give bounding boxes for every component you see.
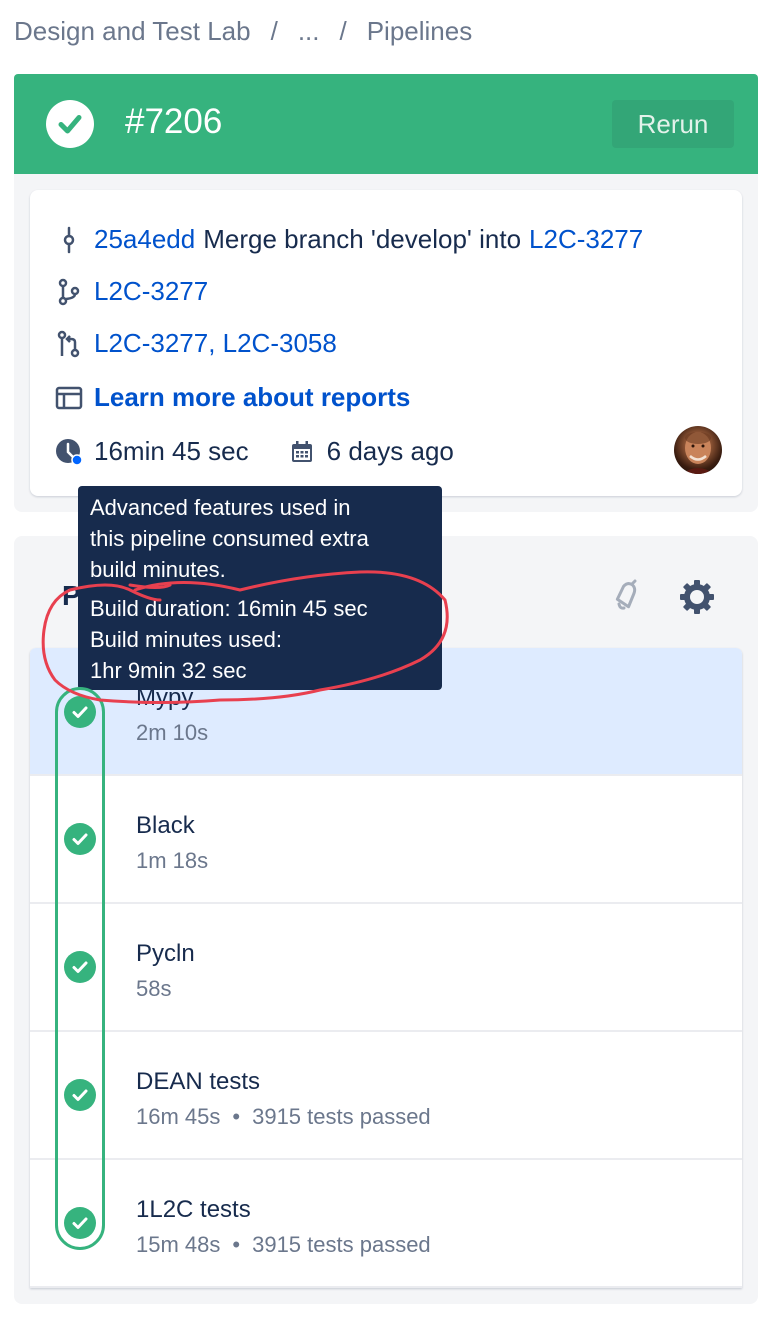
pipeline-info-card: 25a4edd Merge branch 'develop' into L2C-… [30, 190, 742, 496]
tooltip-build-minutes-used: 1hr 9min 32 sec [90, 658, 247, 683]
breadcrumb-item-ellipsis[interactable]: ... [298, 16, 320, 47]
pull-request-icon [54, 329, 84, 359]
breadcrumb-separator: / [339, 16, 347, 46]
tooltip-line: this pipeline consumed extra [90, 526, 369, 551]
step-row-black[interactable]: Black 1m 18s [30, 776, 742, 904]
breadcrumb: Design and Test Lab / ... / Pipelines [14, 16, 472, 47]
pull-requests-row: L2C-3277, L2C-3058 [54, 328, 337, 359]
step-success-icon [64, 823, 96, 855]
report-icon [54, 383, 84, 413]
pipeline-status-header: #7206 Rerun [14, 74, 758, 174]
user-avatar[interactable] [674, 426, 722, 474]
meta-separator: • [232, 1104, 241, 1129]
step-row-pycln[interactable]: Pycln 58s [30, 904, 742, 1032]
commit-row: 25a4edd Merge branch 'develop' into L2C-… [54, 224, 643, 255]
learn-more-reports-link[interactable]: Learn more about reports [94, 382, 410, 413]
step-success-icon [64, 696, 96, 728]
tooltip-spacer [90, 585, 430, 593]
step-duration: 2m 10s [136, 720, 209, 745]
step-duration: 1m 18s [136, 848, 209, 873]
tooltip-line: Build minutes used: [90, 627, 282, 652]
gear-icon[interactable] [678, 578, 716, 616]
tooltip-build-duration: Build duration: 16min 45 sec [90, 596, 368, 621]
step-duration: 16m 45s [136, 1104, 221, 1129]
step-tests-passed: 3915 tests passed [252, 1232, 431, 1257]
build-minutes-tooltip: Advanced features used in this pipeline … [78, 486, 442, 690]
rerun-button[interactable]: Rerun [612, 100, 734, 148]
step-tests-passed: 3915 tests passed [252, 1104, 431, 1129]
breadcrumb-item-pipelines[interactable]: Pipelines [367, 16, 473, 47]
commit-icon [54, 225, 84, 255]
commit-target-branch-link[interactable]: L2C-3277 [529, 224, 643, 255]
pipeline-date: 6 days ago [326, 436, 454, 466]
step-success-icon [64, 951, 96, 983]
clock-icon [54, 437, 84, 467]
build-duration: 16min 45 sec [94, 436, 249, 466]
steps-list: Mypy 2m 10s Black 1m 18s Pycln 58s DEAN … [30, 648, 742, 1288]
breadcrumb-item-project[interactable]: Design and Test Lab [14, 16, 251, 47]
step-row-1l2c-tests[interactable]: 1L2C tests 15m 48s • 3915 tests passed [30, 1160, 742, 1288]
step-meta: 15m 48s • 3915 tests passed [136, 1232, 431, 1258]
duration-row[interactable]: 16min 45 sec 6 days ago [54, 436, 454, 467]
pipeline-info-panel: 25a4edd Merge branch 'develop' into L2C-… [14, 174, 758, 512]
branch-link[interactable]: L2C-3277 [94, 276, 208, 307]
step-row-dean-tests[interactable]: DEAN tests 16m 45s • 3915 tests passed [30, 1032, 742, 1160]
step-name: Black [136, 812, 195, 839]
commit-message: Merge branch 'develop' into [203, 224, 522, 254]
step-success-icon [64, 1079, 96, 1111]
branch-row: L2C-3277 [54, 276, 208, 307]
step-name: 1L2C tests [136, 1196, 251, 1223]
tooltip-line: build minutes. [90, 557, 226, 582]
tooltip-line: Advanced features used in [90, 495, 351, 520]
breadcrumb-separator: / [270, 16, 278, 46]
bell-icon[interactable] [608, 578, 644, 614]
step-name: Pycln [136, 940, 195, 967]
meta-separator: • [232, 1232, 241, 1257]
pipeline-number: #7206 [125, 102, 223, 141]
calendar-icon [287, 437, 317, 467]
step-success-icon [64, 1207, 96, 1239]
pull-requests-link[interactable]: L2C-3277, L2C-3058 [94, 328, 337, 359]
commit-hash-link[interactable]: 25a4edd [94, 224, 195, 255]
step-duration: 15m 48s [136, 1232, 221, 1257]
reports-row: Learn more about reports [54, 382, 410, 413]
branch-icon [54, 277, 84, 307]
step-duration: 58s [136, 976, 172, 1001]
check-circle-icon [46, 100, 94, 148]
step-meta: 16m 45s • 3915 tests passed [136, 1104, 431, 1130]
step-name: DEAN tests [136, 1068, 261, 1095]
